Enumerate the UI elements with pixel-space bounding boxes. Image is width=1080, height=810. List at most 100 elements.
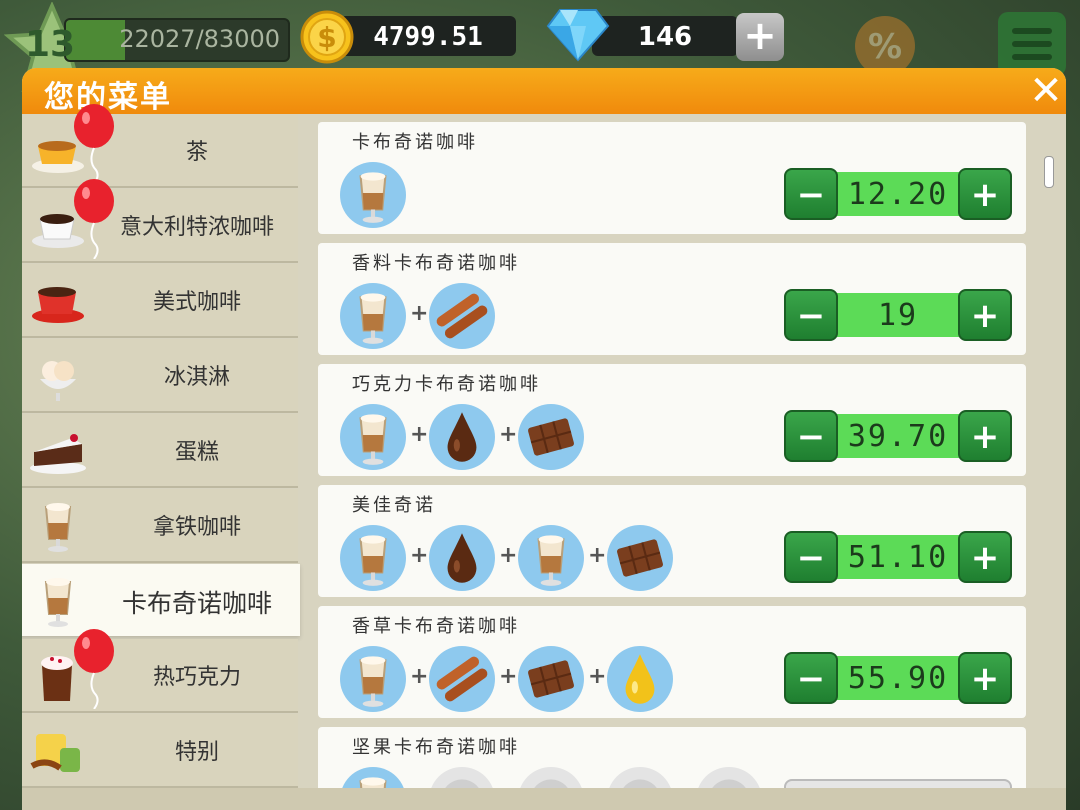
category-sidebar: 茶意大利特浓咖啡 美式咖啡冰淇淋蛋糕拿铁咖啡卡布奇诺咖啡热巧克力特别 (22, 104, 300, 810)
price-value: 39.70 (847, 419, 949, 454)
cappuccino-glass-icon (26, 568, 90, 632)
special-drink-icon (26, 718, 90, 782)
price-value: 55.90 (847, 661, 949, 696)
price-value: 19 (877, 298, 919, 333)
chocolate-bar-ingredient-icon (518, 646, 584, 712)
price-value: 51.10 (847, 540, 949, 575)
recipe-list: 卡布奇诺咖啡 −12.20 + 香料卡布奇诺咖啡 + −19 + 巧克力卡布奇诺咖啡 + + −39… (318, 122, 1028, 810)
panel-bottom-edge (22, 788, 1066, 810)
decrease-price-button[interactable]: − (784, 410, 838, 462)
sale-badge-icon[interactable]: % (842, 6, 928, 76)
recipe-name: 香料卡布奇诺咖啡 (352, 253, 520, 274)
recipe-name: 坚果卡布奇诺咖啡 (352, 737, 520, 758)
gem-counter: 146 (592, 16, 738, 56)
category-label: 热巧克力 (152, 665, 241, 690)
category-label: 美式咖啡 (152, 290, 241, 315)
category-item[interactable]: 冰淇淋 (22, 339, 298, 413)
cappuccino-ingredient-icon (340, 646, 406, 712)
recipe-card: 巧克力卡布奇诺咖啡 + + −39.70 + (318, 364, 1026, 476)
increase-price-button[interactable]: + (958, 652, 1012, 704)
xp-text: 22027/83000 (119, 25, 280, 53)
chocolate-bar-ingredient-icon (518, 404, 584, 470)
cappuccino-ingredient-icon (340, 162, 406, 228)
increase-price-button[interactable]: + (958, 289, 1012, 341)
recipe-name: 香草卡布奇诺咖啡 (352, 616, 520, 637)
plus-sign: + (588, 664, 607, 689)
price-stepper: −12.20 + (784, 168, 1012, 220)
category-item[interactable]: 拿铁咖啡 (22, 489, 298, 563)
decrease-price-button[interactable]: − (784, 168, 838, 220)
price-stepper: −55.90 + (784, 652, 1012, 704)
category-item[interactable]: 茶 (22, 114, 298, 188)
panel-header: 您的菜单 ✕ (22, 68, 1066, 115)
category-label: 拿铁咖啡 (152, 515, 241, 540)
plus-sign: + (499, 422, 518, 447)
category-label: 蛋糕 (174, 440, 219, 465)
plus-sign: + (499, 543, 518, 568)
coin-amount: 4799.51 (373, 22, 483, 52)
category-label: 冰淇淋 (163, 365, 230, 390)
recipe-name: 卡布奇诺咖啡 (352, 132, 478, 153)
coin-icon: $ (300, 10, 354, 64)
cappuccino-ingredient-icon (340, 283, 406, 349)
plus-sign: + (499, 664, 518, 689)
cake-slice-icon (26, 418, 90, 482)
category-label: 特别 (174, 740, 219, 765)
plus-sign: + (410, 664, 429, 689)
recipe-card: 香草卡布奇诺咖啡 + + + −55.90 + (318, 606, 1026, 718)
chocolate-bar-ingredient-icon (607, 525, 673, 591)
balloon-icon (74, 179, 114, 259)
plus-sign: + (588, 543, 607, 568)
increase-price-button[interactable]: + (958, 168, 1012, 220)
cappuccino-ingredient-icon (518, 525, 584, 591)
hamburger-menu-button[interactable] (998, 12, 1066, 76)
vanilla-drop-ingredient-icon (607, 646, 673, 712)
svg-text:$: $ (317, 21, 336, 54)
balloon-icon (74, 104, 114, 184)
chocolate-syrup-ingredient-icon (429, 525, 495, 591)
recipe-name: 美佳奇诺 (352, 495, 436, 516)
latte-glass-icon (26, 493, 90, 557)
cinnamon-ingredient-icon (429, 646, 495, 712)
category-label: 意大利特浓咖啡 (119, 215, 274, 240)
category-item[interactable]: 特别 (22, 714, 298, 788)
add-gems-button[interactable]: + (736, 13, 784, 61)
category-label: 卡布奇诺咖啡 (121, 589, 272, 618)
chocolate-syrup-ingredient-icon (429, 404, 495, 470)
cinnamon-ingredient-icon (429, 283, 495, 349)
recipe-card: 卡布奇诺咖啡 −12.20 + (318, 122, 1026, 234)
menu-line-icon (1012, 28, 1052, 34)
menu-line-icon (1012, 54, 1052, 60)
scrollbar-thumb[interactable] (1044, 156, 1054, 188)
price-stepper: −51.10 + (784, 531, 1012, 583)
price-stepper: − 19 + (784, 289, 1012, 341)
category-item[interactable]: 蛋糕 (22, 414, 298, 488)
plus-sign: + (410, 301, 429, 326)
ice-cream-icon (26, 343, 90, 407)
category-item[interactable]: 卡布奇诺咖啡 (22, 564, 300, 636)
close-button[interactable]: ✕ (1026, 71, 1066, 112)
price-value: 12.20 (847, 177, 949, 212)
americano-cup-icon (26, 268, 90, 332)
category-item[interactable]: 热巧克力 (22, 639, 298, 713)
category-item[interactable]: 意大利特浓咖啡 (22, 189, 298, 263)
category-label: 茶 (185, 140, 208, 165)
level-number: 13 (24, 24, 76, 65)
diamond-icon (546, 9, 610, 62)
recipe-name: 巧克力卡布奇诺咖啡 (352, 374, 541, 395)
coin-counter: 4799.51 (340, 16, 516, 56)
category-item[interactable]: 美式咖啡 (22, 264, 298, 338)
recipe-card: 美佳奇诺 + + + −51.10 + (318, 485, 1026, 597)
decrease-price-button[interactable]: − (784, 289, 838, 341)
increase-price-button[interactable]: + (958, 410, 1012, 462)
cappuccino-ingredient-icon (340, 404, 406, 470)
menu-line-icon (1012, 41, 1052, 47)
decrease-price-button[interactable]: − (784, 652, 838, 704)
plus-sign: + (410, 543, 429, 568)
gem-amount: 146 (637, 22, 693, 52)
cappuccino-ingredient-icon (340, 525, 406, 591)
decrease-price-button[interactable]: − (784, 531, 838, 583)
increase-price-button[interactable]: + (958, 531, 1012, 583)
plus-sign: + (410, 422, 429, 447)
percent-label: % (868, 27, 902, 67)
